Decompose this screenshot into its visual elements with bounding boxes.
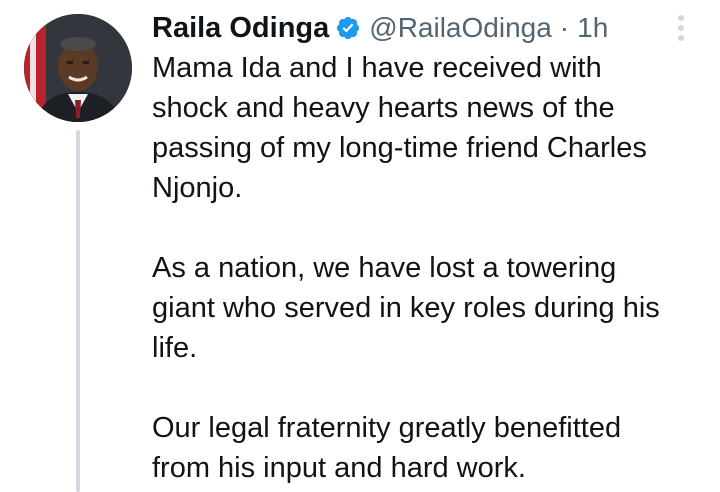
text-line: As a nation, we have lost a towering	[152, 252, 617, 284]
author-handle[interactable]: @RailaOdinga	[369, 12, 552, 44]
text-line: Mama Ida and I have received with	[152, 52, 602, 84]
tweet-paragraph: As a nation, we have lost a towering gia…	[152, 248, 712, 368]
thread-connector-line	[76, 130, 80, 492]
avatar[interactable]	[24, 14, 132, 122]
tweet[interactable]: Raila Odinga @RailaOdinga · 1h Mama Ida …	[0, 0, 720, 492]
tweet-header: Raila Odinga @RailaOdinga · 1h	[152, 8, 608, 48]
text-line: giant who served in key roles during his	[152, 292, 660, 324]
text-line: shock and heavy hearts news of the	[152, 92, 615, 124]
text-line: from his input and hard work.	[152, 452, 526, 484]
tweet-paragraph: Mama Ida and I have received with shock …	[152, 48, 712, 208]
text-line: Njonjo.	[152, 172, 243, 204]
more-vertical-icon[interactable]	[674, 14, 688, 42]
text-line: Our legal fraternity greatly benefitted	[152, 412, 622, 444]
text-line: passing of my long-time friend Charles	[152, 132, 647, 164]
verified-badge-icon	[337, 16, 360, 40]
timestamp[interactable]: 1h	[577, 12, 608, 44]
profile-photo-icon	[24, 14, 132, 122]
text-line: life.	[152, 332, 198, 364]
separator-dot: ·	[559, 12, 570, 43]
author-name[interactable]: Raila Odinga	[152, 12, 329, 45]
tweet-paragraph: Our legal fraternity greatly benefitted …	[152, 408, 712, 488]
tweet-text: Mama Ida and I have received with shock …	[152, 48, 712, 488]
